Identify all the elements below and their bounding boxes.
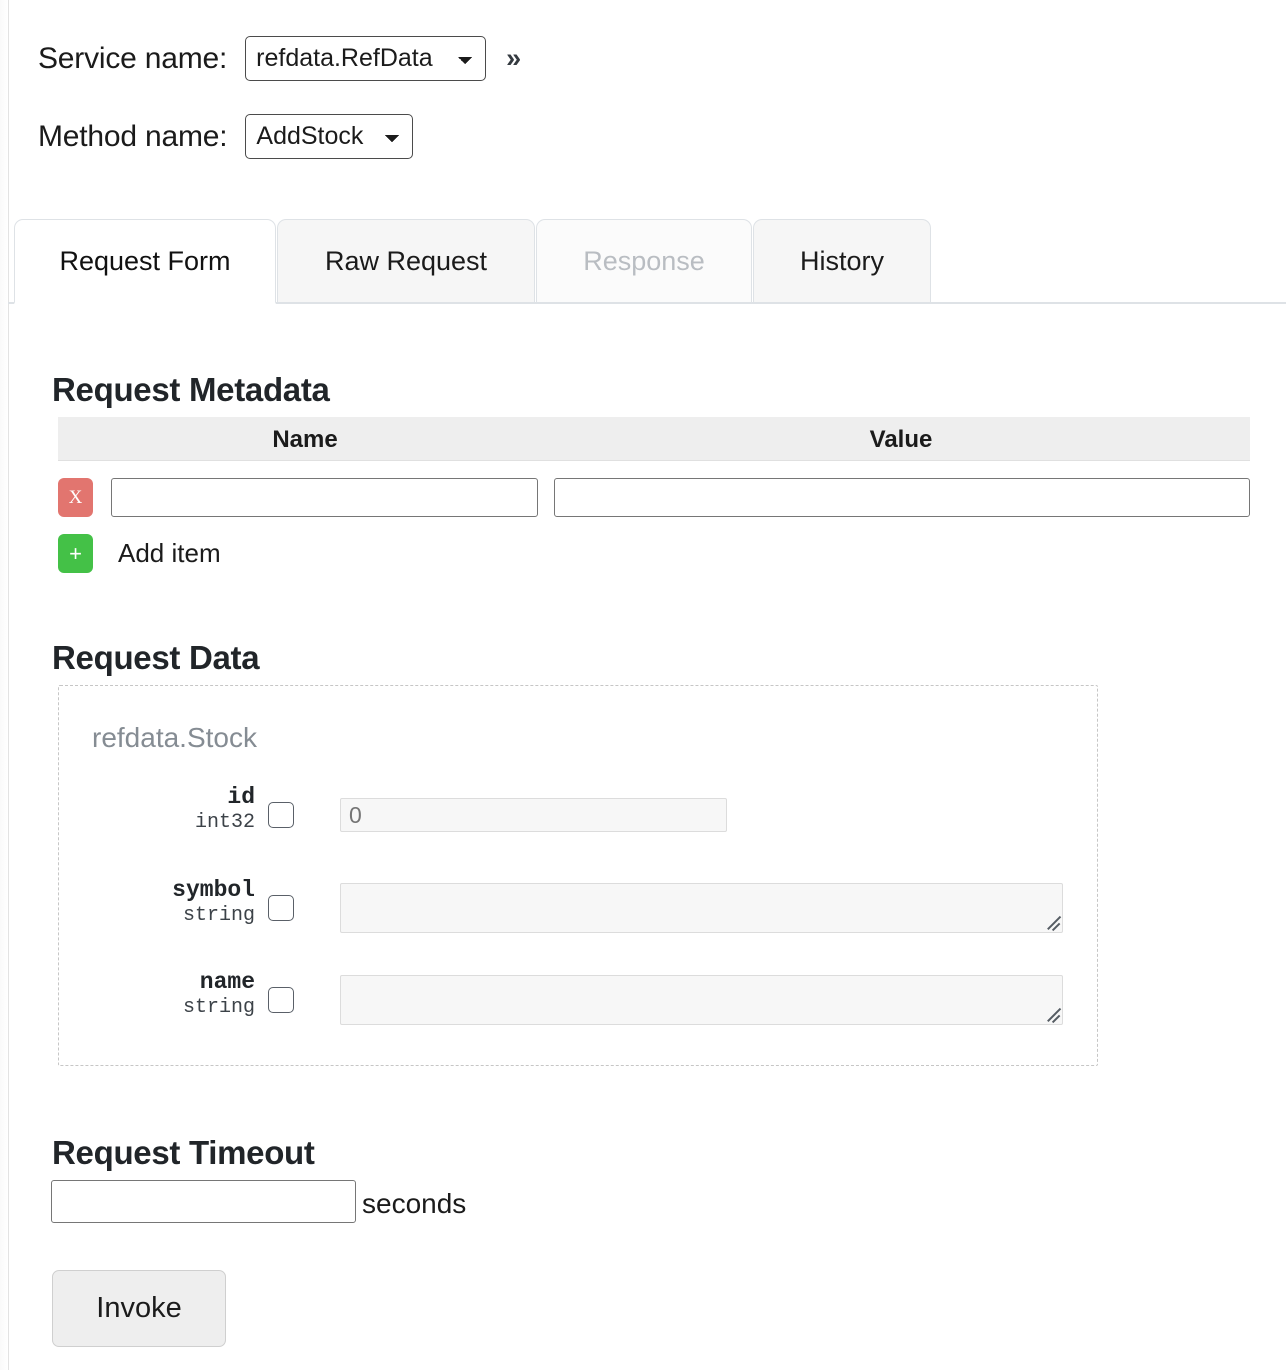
tab-raw-request[interactable]: Raw Request: [277, 219, 535, 302]
field-row-symbol: symbol string: [59, 877, 1099, 947]
request-data-panel: refdata.Stock id int32 symbol string: [58, 685, 1098, 1066]
field-type-symbol: string: [87, 903, 255, 929]
field-name-name: name: [87, 969, 255, 995]
tab-response-label: Response: [583, 246, 705, 277]
field-input-id[interactable]: [340, 798, 727, 832]
grpc-ui-request-page: Service name: refdata.RefData » Method n…: [0, 0, 1286, 1370]
request-data-message-type: refdata.Stock: [92, 722, 257, 754]
field-row-id: id int32: [59, 784, 1099, 854]
field-row-name: name string: [59, 969, 1099, 1039]
field-textarea-name[interactable]: [340, 975, 1063, 1025]
tab-request-form-label: Request Form: [59, 246, 230, 277]
field-textarea-symbol[interactable]: [340, 883, 1063, 933]
metadata-column-name: Name: [58, 426, 552, 454]
request-timeout-heading: Request Timeout: [52, 1134, 315, 1172]
request-timeout-unit-label: seconds: [362, 1188, 466, 1220]
invoke-button[interactable]: Invoke: [52, 1270, 226, 1347]
request-data-heading: Request Data: [52, 639, 259, 677]
field-type-id: int32: [87, 810, 255, 836]
field-label-name: name string: [87, 969, 255, 1021]
field-name-symbol: symbol: [87, 877, 255, 903]
tab-request-form[interactable]: Request Form: [14, 219, 276, 304]
method-name-label: Method name:: [38, 120, 227, 154]
tab-bar: Request Form Raw Request Response Histor…: [0, 219, 1286, 304]
service-name-select[interactable]: refdata.RefData: [245, 36, 486, 81]
service-name-label: Service name:: [38, 42, 227, 76]
field-checkbox-name[interactable]: [268, 987, 294, 1013]
metadata-add-row-button[interactable]: +: [58, 534, 93, 573]
metadata-table-header: Name Value: [58, 417, 1250, 461]
metadata-row: X: [58, 478, 1250, 518]
tab-history-label: History: [800, 246, 884, 277]
metadata-delete-row-button[interactable]: X: [58, 478, 93, 517]
chevron-double-right-icon[interactable]: »: [506, 45, 521, 72]
metadata-add-item-row: + Add item: [58, 534, 221, 573]
field-label-id: id int32: [87, 784, 255, 836]
tab-history[interactable]: History: [753, 219, 931, 302]
tab-response[interactable]: Response: [536, 219, 752, 302]
metadata-column-value: Value: [552, 426, 1250, 454]
field-label-symbol: symbol string: [87, 877, 255, 929]
method-name-select[interactable]: AddStock: [245, 114, 413, 159]
page-left-rule: [8, 0, 9, 1370]
field-name-id: id: [87, 784, 255, 810]
page-left-gutter: [0, 0, 8, 1370]
service-name-row: Service name: refdata.RefData »: [38, 36, 521, 81]
request-timeout-input[interactable]: [51, 1180, 356, 1223]
field-checkbox-symbol[interactable]: [268, 895, 294, 921]
request-metadata-heading: Request Metadata: [52, 371, 330, 409]
method-name-row: Method name: AddStock: [38, 114, 413, 159]
field-checkbox-id[interactable]: [268, 802, 294, 828]
metadata-add-item-label: Add item: [118, 538, 221, 569]
tab-raw-request-label: Raw Request: [325, 246, 487, 277]
metadata-name-input[interactable]: [111, 478, 538, 517]
metadata-value-input[interactable]: [554, 478, 1250, 517]
field-type-name: string: [87, 995, 255, 1021]
